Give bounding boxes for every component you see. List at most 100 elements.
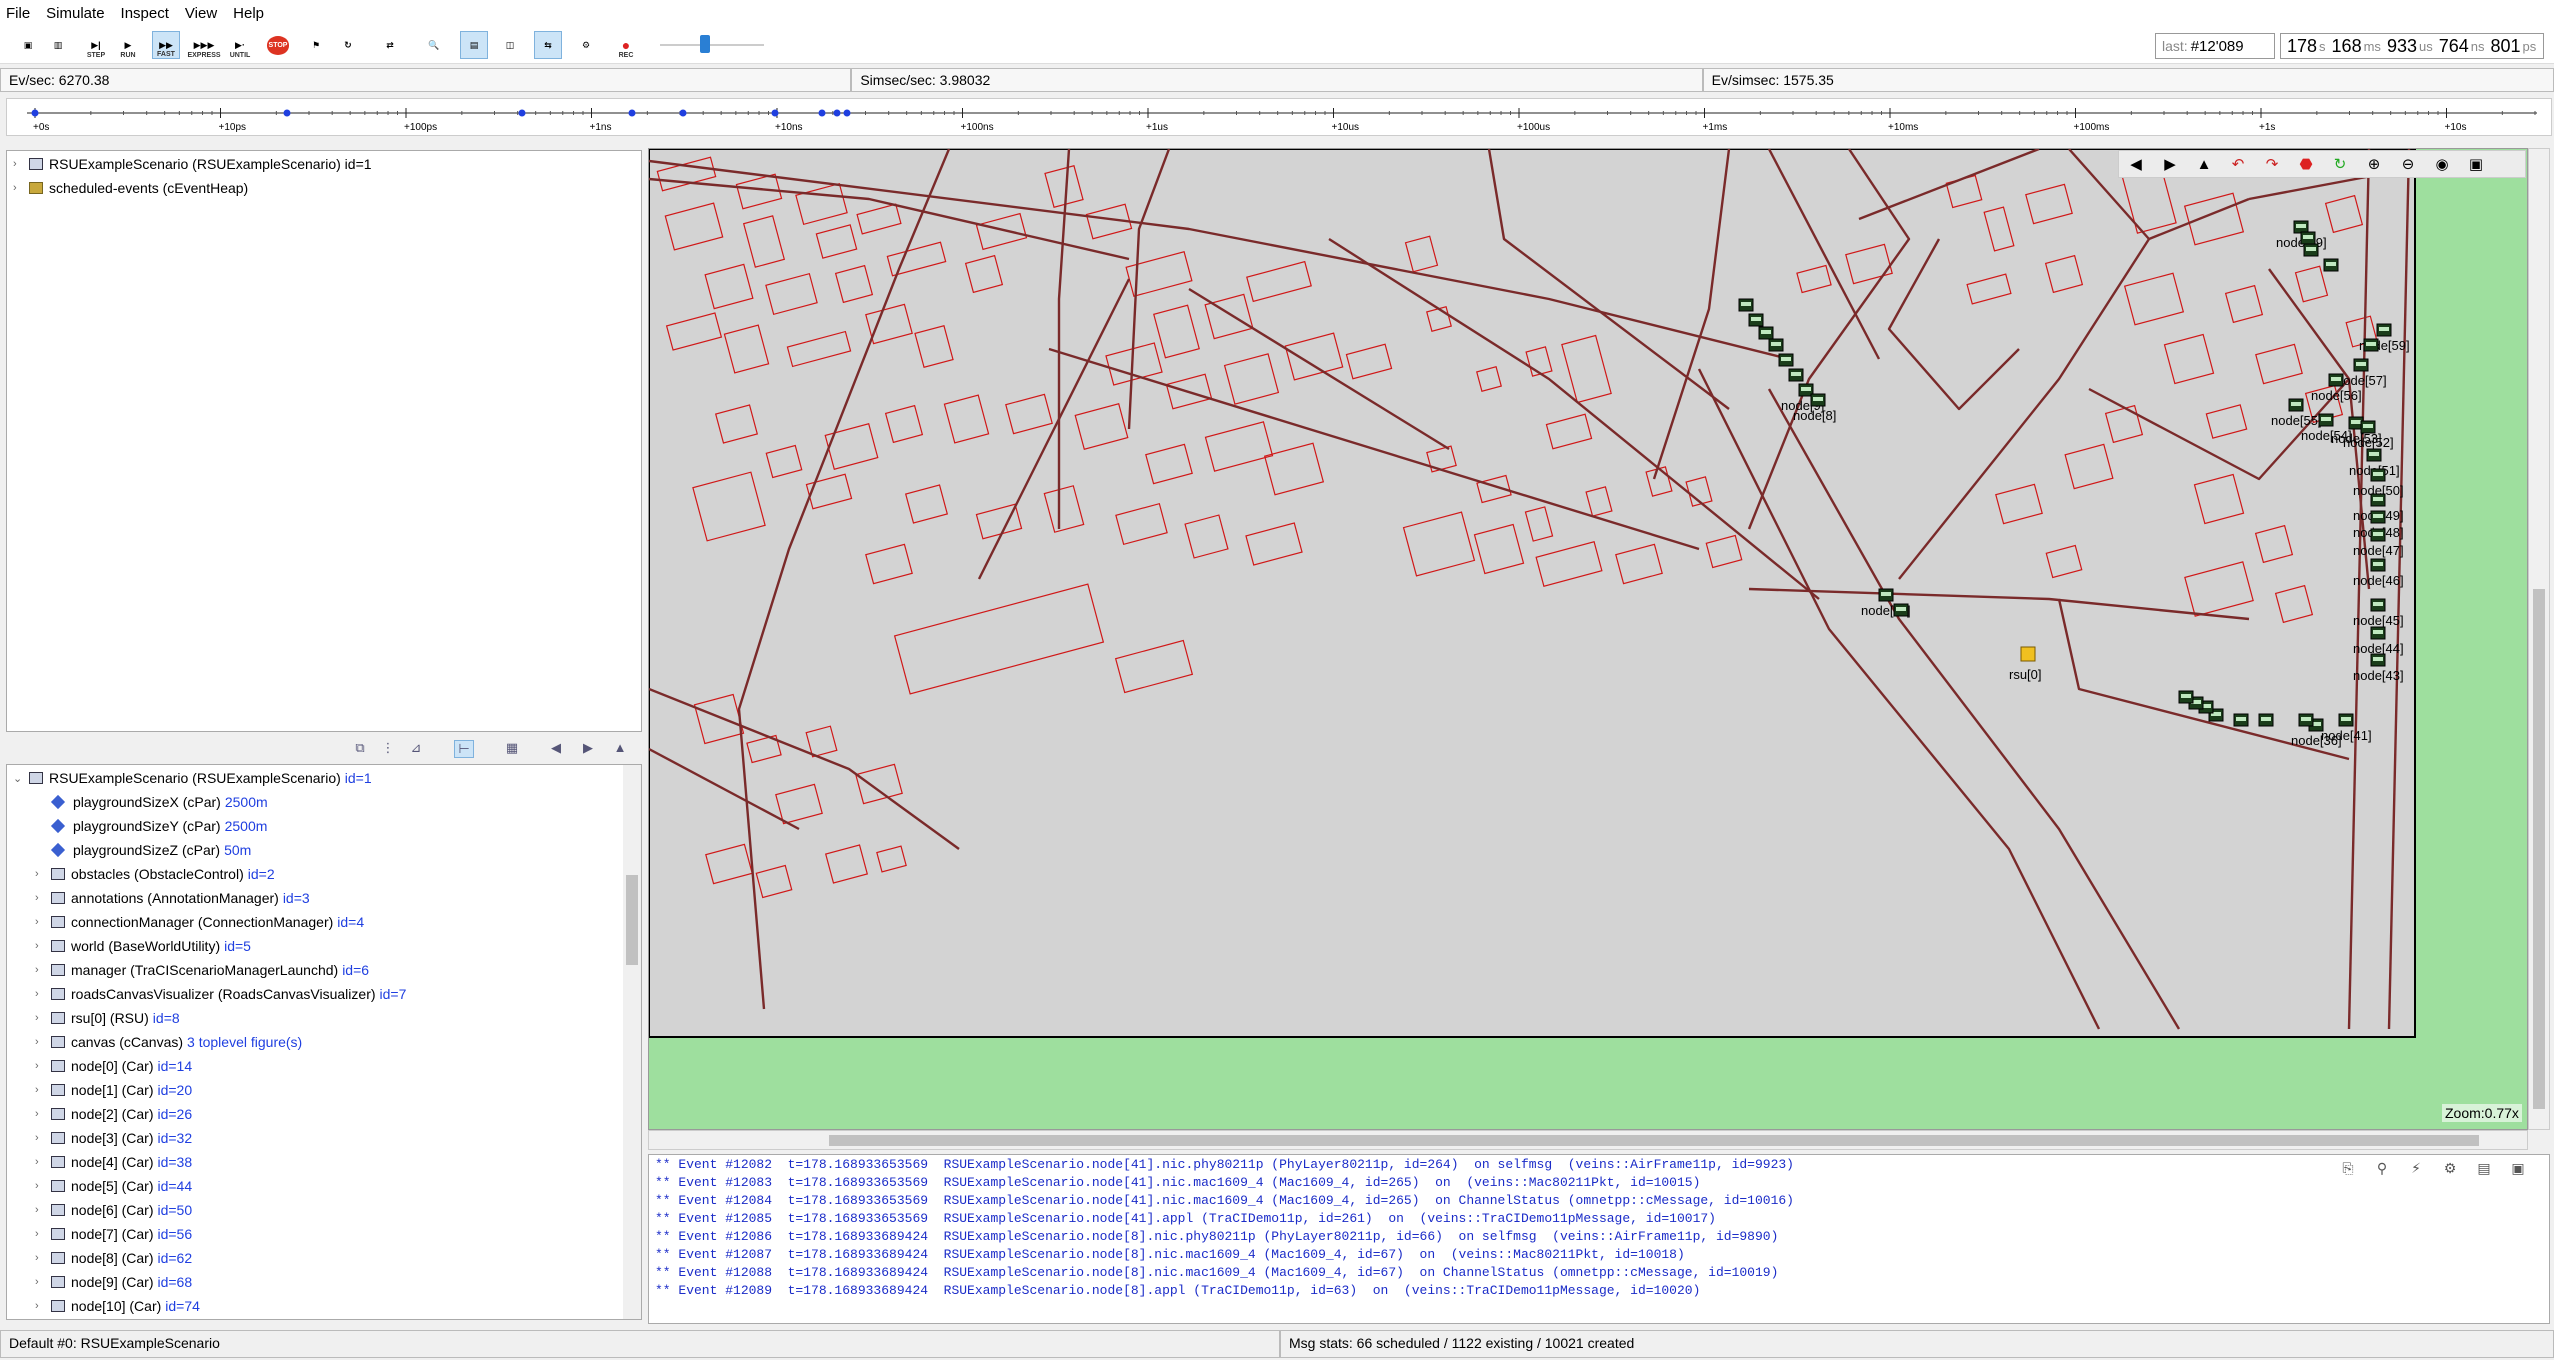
inspector-row[interactable]: playgroundSizeZ (cPar) 50m [13,839,251,861]
menu-view[interactable]: View [185,5,217,22]
flat-mode-icon[interactable]: ⊿ [406,740,426,758]
timeline-event-marker[interactable] [518,109,526,117]
tree-item[interactable]: › RSUExampleScenario (RSUExampleScenario)… [13,153,372,175]
rebuild-icon[interactable]: ↻ [334,31,362,59]
inspector-row[interactable]: › obstacles (ObstacleControl) id=2 [13,863,275,885]
forward-arrow-icon[interactable]: ▶ [578,740,598,758]
back-arrow-icon[interactable]: ◀ [546,740,566,758]
inspector-row[interactable]: › node[1] (Car) id=20 [13,1079,192,1101]
stop-sign-icon[interactable]: ⬣ [2289,155,2323,173]
open-icon[interactable]: ▥ [44,31,72,59]
step-button[interactable]: ▶| STEP [82,31,110,60]
inspect-in-new-window-icon[interactable]: ⧉ [350,740,370,758]
expand-arrow-icon[interactable]: › [13,158,27,170]
expand-arrow-icon[interactable]: › [35,1252,49,1264]
log-mode-icon[interactable]: ▣ [2501,1161,2535,1177]
car-node[interactable] [2233,713,2249,727]
car-node[interactable] [1788,368,1804,382]
inspector-row[interactable]: › node[3] (Car) id=32 [13,1127,192,1149]
expand-arrow-icon[interactable]: › [35,916,49,928]
forward-icon[interactable]: ▶ [2153,155,2187,173]
tree-item[interactable]: › scheduled-events (cEventHeap) [13,177,248,199]
timeline-event-marker[interactable] [843,109,851,117]
grouped-mode-icon[interactable]: ▦ [502,740,522,758]
speed-slider[interactable] [660,35,764,53]
car-node[interactable] [2363,338,2379,352]
expand-arrow-icon[interactable]: › [35,988,49,1000]
menu-file[interactable]: File [6,5,30,22]
expand-arrow-icon[interactable]: › [35,1132,49,1144]
inspector-row[interactable]: › node[5] (Car) id=44 [13,1175,192,1197]
find-log-icon[interactable]: ⚲ [2365,1161,2399,1177]
layout-vertical-icon[interactable]: ◫ [496,31,524,59]
inspector-row[interactable]: › node[8] (Car) id=62 [13,1247,192,1269]
log-settings-icon[interactable]: ⚙ [2433,1161,2467,1177]
inspector-scrollbar[interactable] [623,765,641,1319]
inspector-row[interactable]: › rsu[0] (RSU) id=8 [13,1007,180,1029]
event-log[interactable]: ** Event #12082 t=178.168933653569 RSUEx… [648,1154,2550,1324]
expand-arrow-icon[interactable]: › [35,1300,49,1312]
collapse-arrow-icon[interactable]: ⌄ [13,772,27,785]
expand-arrow-icon[interactable]: › [35,964,49,976]
record-button[interactable]: ● REC [612,31,640,59]
timeline-event-marker[interactable] [679,109,687,117]
inspector-row[interactable]: › node[4] (Car) id=38 [13,1151,192,1173]
inspector-row[interactable]: › node[0] (Car) id=14 [13,1055,192,1077]
expand-arrow-icon[interactable]: › [35,1108,49,1120]
until-button[interactable]: ▶· UNTIL [226,31,254,60]
inspector-row[interactable]: ⌄ RSUExampleScenario (RSUExampleScenario)… [13,767,372,789]
preferences-icon[interactable]: ⚙ [572,31,600,59]
layers-icon[interactable]: ◉ [2425,155,2459,173]
expand-arrow-icon[interactable]: › [13,182,27,194]
inspector-row[interactable]: playgroundSizeY (cPar) 2500m [13,815,267,837]
menu-inspect[interactable]: Inspect [121,5,169,22]
expand-arrow-icon[interactable]: › [35,1204,49,1216]
inspector-row[interactable]: playgroundSizeX (cPar) 2500m [13,791,268,813]
car-node[interactable] [2303,243,2319,257]
inspector-row[interactable]: › node[10] (Car) id=74 [13,1295,200,1317]
timeline-event-marker[interactable] [771,109,779,117]
expand-arrow-icon[interactable]: › [35,1084,49,1096]
inspector-row[interactable]: › node[7] (Car) id=56 [13,1223,192,1245]
car-node[interactable] [1748,313,1764,327]
expand-arrow-icon[interactable]: › [35,940,49,952]
expand-arrow-icon[interactable]: › [35,1036,49,1048]
copy-icon[interactable]: ⎘ [2331,1161,2365,1177]
expand-arrow-icon[interactable]: › [35,1156,49,1168]
expand-arrow-icon[interactable]: › [35,1276,49,1288]
car-node[interactable] [1768,338,1784,352]
children-mode-icon[interactable]: ⊢ [454,740,474,758]
run-button[interactable]: ▶ RUN [114,31,142,60]
canvas-horizontal-scrollbar[interactable] [648,1130,2528,1150]
car-node[interactable] [2300,231,2316,245]
event-filter-icon[interactable]: ⇄ [376,31,404,59]
timeline-event-marker[interactable] [818,109,826,117]
canvas-vertical-scrollbar[interactable] [2528,148,2550,1130]
group-by-icon[interactable]: ⋮ [378,740,398,758]
inspector-row[interactable]: › world (BaseWorldUtility) id=5 [13,935,251,957]
timeline-event-marker[interactable] [833,109,841,117]
inspector-row[interactable]: › annotations (AnnotationManager) id=3 [13,887,310,909]
stop-button[interactable]: STOP [264,31,292,59]
up-icon[interactable]: ▲ [2187,156,2221,173]
mode-icon[interactable]: ▣ [2459,155,2493,173]
up-arrow-icon[interactable]: ▲ [610,740,630,758]
inspector-row[interactable]: › node[6] (Car) id=50 [13,1199,192,1221]
speed-slider-handle[interactable] [700,35,710,53]
rotate-left-icon[interactable]: ↶ [2221,155,2255,173]
network-canvas[interactable]: node[19]node[9]node[8]node[59]node[57]no… [648,148,2528,1130]
car-node[interactable] [2258,713,2274,727]
menu-help[interactable]: Help [233,5,264,22]
menu-simulate[interactable]: Simulate [46,5,104,22]
zoom-out-icon[interactable]: ⊖ [2391,155,2425,173]
car-node[interactable] [1893,603,1909,617]
back-icon[interactable]: ◀ [2119,155,2153,173]
expand-arrow-icon[interactable]: › [35,1012,49,1024]
object-navigator-tree[interactable]: › RSUExampleScenario (RSUExampleScenario)… [6,150,642,732]
inspector-row[interactable]: › node[9] (Car) id=68 [13,1271,192,1293]
inspector-row[interactable]: › canvas (cCanvas) 3 toplevel figure(s) [13,1031,302,1053]
car-node[interactable] [2323,258,2339,272]
new-run-icon[interactable]: ▣ [14,31,42,59]
timeline-event-marker[interactable] [283,109,291,117]
inspector-row[interactable]: › node[2] (Car) id=26 [13,1103,192,1125]
